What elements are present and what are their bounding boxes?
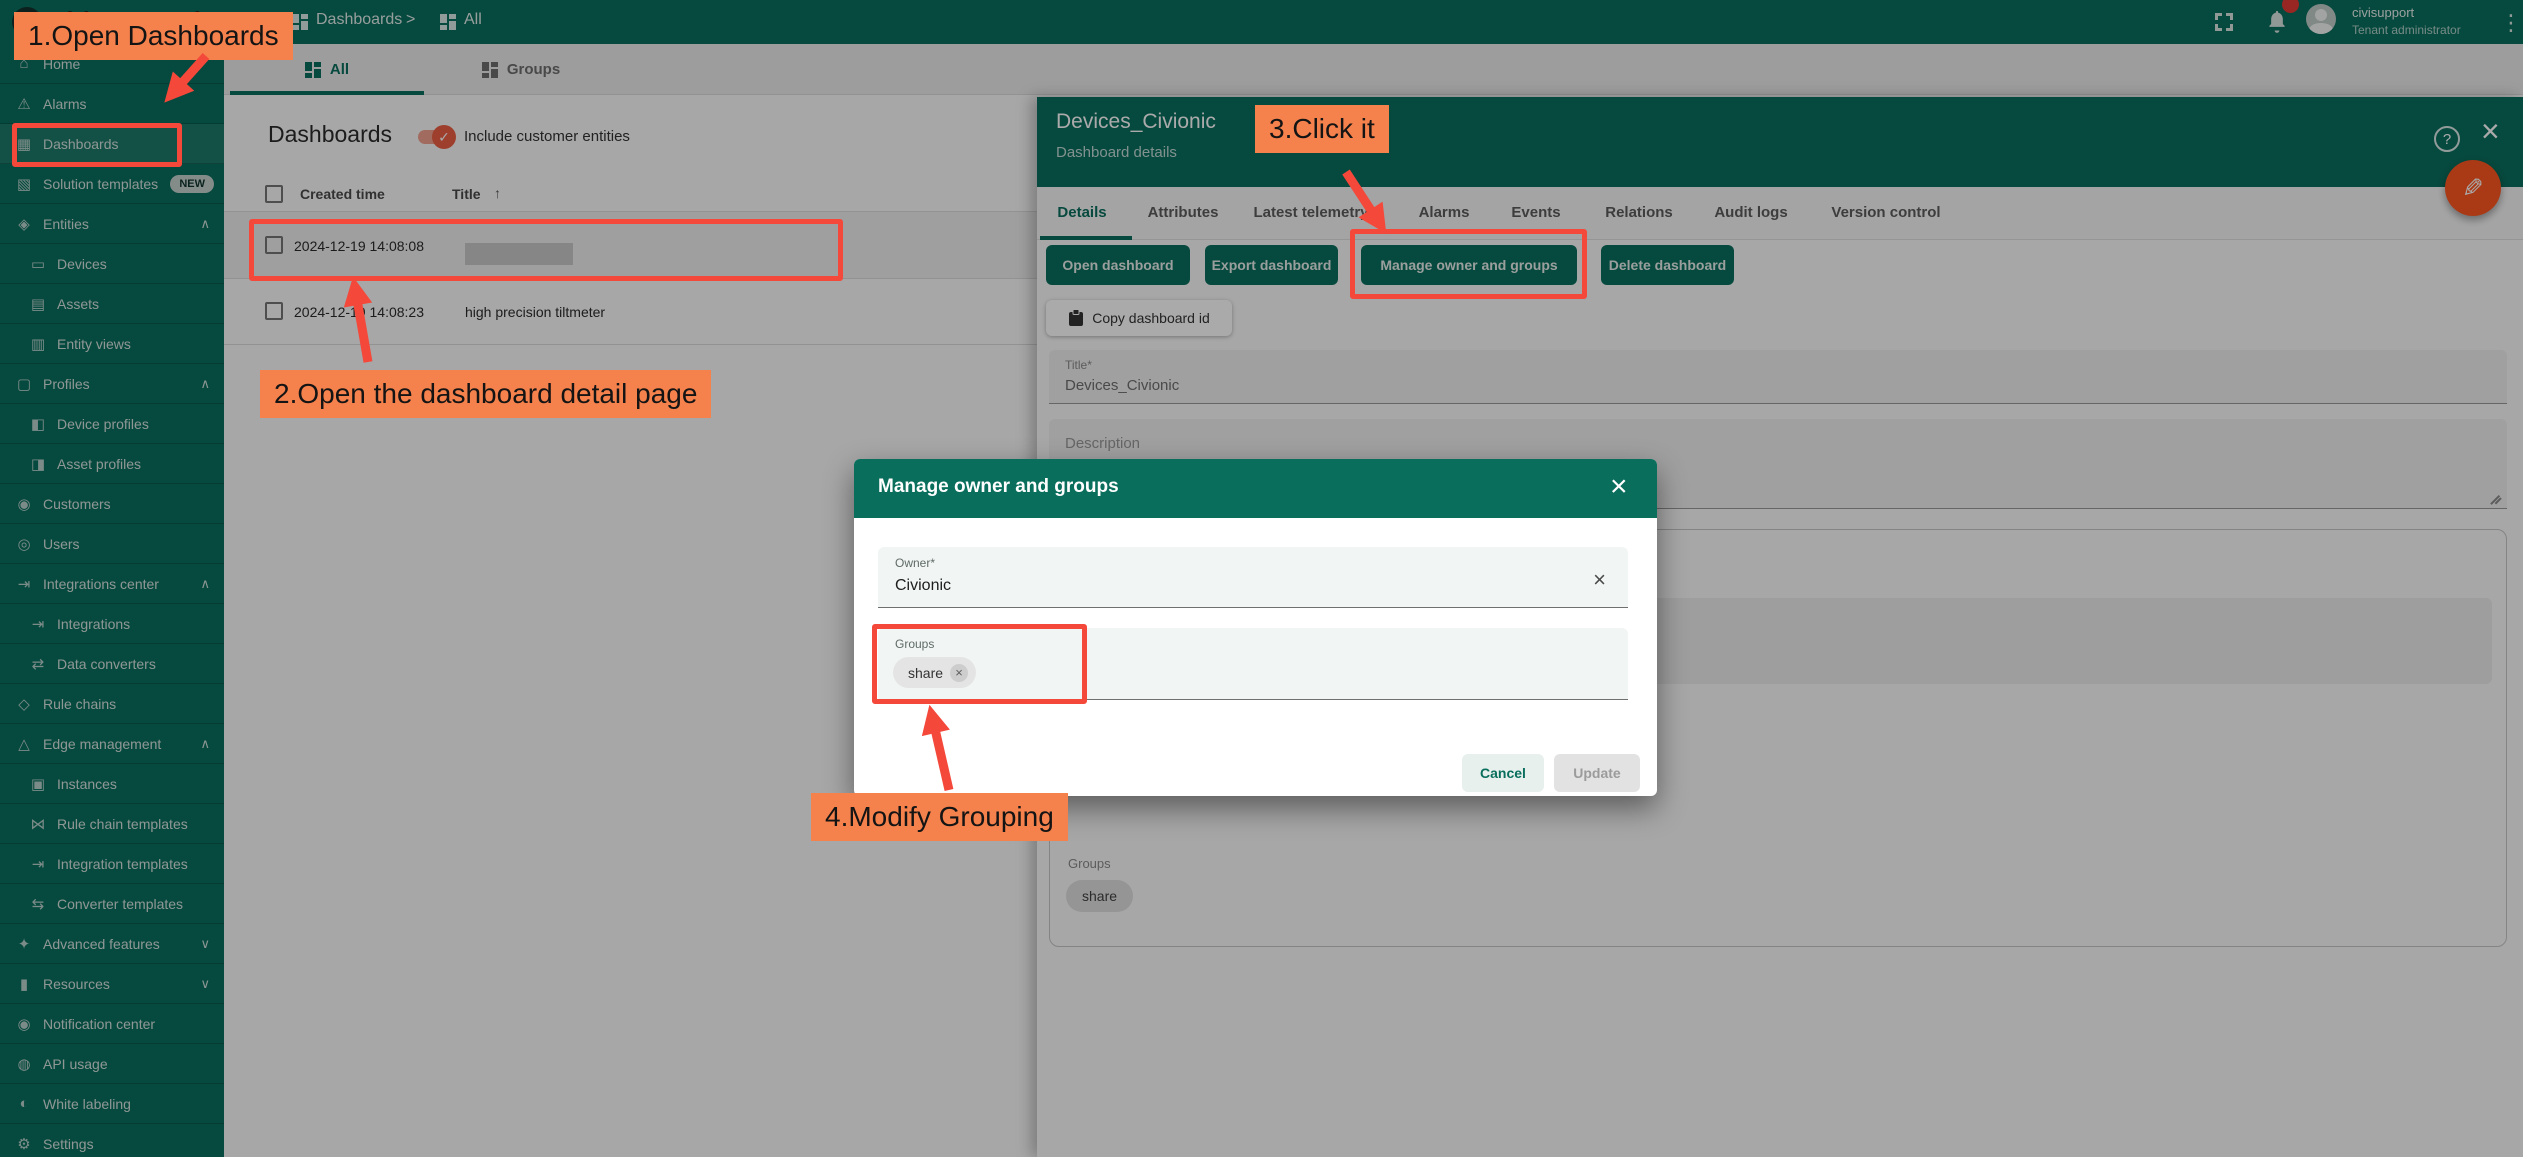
annotation-step2: 2.Open the dashboard detail page <box>260 370 711 418</box>
annotation-rect-dashboards <box>12 123 182 167</box>
cancel-button[interactable]: Cancel <box>1462 754 1544 792</box>
annotation-rect-manage-button <box>1350 229 1587 299</box>
dialog-header: Manage owner and groups × <box>854 459 1657 518</box>
dialog-title: Manage owner and groups <box>878 476 1119 498</box>
clear-owner-icon[interactable]: × <box>1593 567 1606 593</box>
annotation-rect-groups-field <box>872 624 1087 704</box>
update-button[interactable]: Update <box>1554 754 1640 792</box>
app-root: ThingsEye.io Dashboards > All civisuppor… <box>0 0 2523 1157</box>
annotation-rect-row <box>249 219 843 281</box>
owner-input[interactable]: Owner* Civionic × <box>878 547 1628 608</box>
owner-input-value: Civionic <box>895 577 951 595</box>
dialog-close-icon[interactable]: × <box>1610 472 1628 502</box>
owner-input-label: Owner* <box>895 556 935 570</box>
annotation-step1: 1.Open Dashboards <box>14 12 293 60</box>
annotation-step4: 4.Modify Grouping <box>811 793 1068 841</box>
annotation-step3: 3.Click it <box>1255 105 1389 153</box>
